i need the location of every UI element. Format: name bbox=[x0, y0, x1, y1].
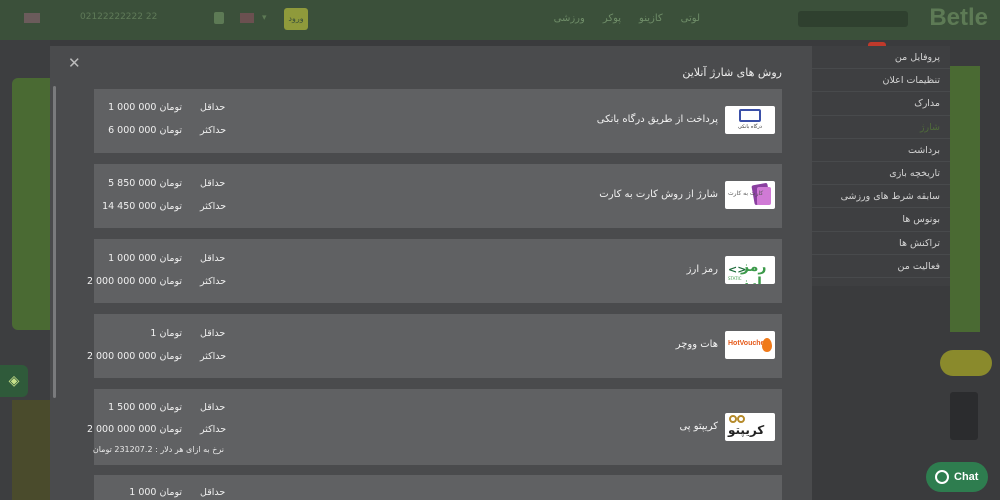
chat-icon bbox=[935, 470, 949, 484]
right-banner bbox=[950, 66, 980, 332]
max-value: 14 450 000 تومان bbox=[102, 201, 182, 212]
side-menu-item-game-history[interactable]: تاریخچه بازی bbox=[810, 162, 950, 186]
max-label: حداکثر bbox=[200, 201, 227, 212]
side-menu-item-transactions[interactable]: تراکنش ها bbox=[810, 232, 950, 255]
payment-method-crypto-pay[interactable]: کریپتو پی کریپتو پی حداقل 1 500 000 توما… bbox=[87, 389, 782, 465]
hot-voucher-logo: HotVoucher bbox=[725, 331, 775, 359]
min-label: حداقل bbox=[200, 328, 226, 339]
method-name: شارژ از روش کارت به کارت bbox=[599, 189, 718, 200]
side-menu-item-deposit[interactable]: شارژ bbox=[810, 116, 950, 139]
card-to-card-logo: کارت به کارت bbox=[725, 181, 775, 209]
crypto-pay-logo: کریپتو پی bbox=[725, 413, 775, 441]
min-value: 1 000 000 تومان bbox=[108, 253, 182, 264]
top-status-text: ▾ bbox=[262, 13, 267, 23]
modal-title: روش های شارژ آنلاین bbox=[682, 66, 782, 79]
side-menu-item-withdraw[interactable]: برداشت bbox=[810, 139, 950, 162]
payment-method-crypto[interactable]: <> رمز ارز STATIC رمز ارز حداقل 1 000 00… bbox=[87, 239, 782, 303]
min-value: 1 000 تومان bbox=[129, 487, 182, 498]
account-side-menu: پروفایل من تنظیمات اعلان مدارک شارژ بردا… bbox=[810, 46, 950, 286]
nav-item[interactable]: کازینو bbox=[639, 13, 663, 24]
left-banner-bottom bbox=[12, 400, 50, 500]
min-value: 1 تومان bbox=[150, 328, 182, 339]
max-value: 2 000 000 000 تومان bbox=[86, 424, 182, 435]
top-search-box[interactable] bbox=[798, 11, 908, 27]
online-deposit-modal: ✕ روش های شارژ آنلاین درگاه بانکی پرداخت… bbox=[50, 46, 812, 500]
chat-button[interactable]: Chat bbox=[926, 462, 988, 492]
min-label: حداقل bbox=[200, 253, 226, 264]
right-box bbox=[950, 392, 978, 440]
min-value: 1 000 000 تومان bbox=[108, 102, 182, 113]
right-background bbox=[980, 40, 1000, 500]
bank-gateway-logo: درگاه بانکی bbox=[725, 106, 775, 134]
side-menu-item-documents[interactable]: مدارک bbox=[810, 92, 950, 116]
top-login-button[interactable]: ورود bbox=[284, 8, 308, 30]
method-name: پرداخت از طریق درگاه بانکی bbox=[596, 114, 718, 125]
top-nav: لوتی کازینو پوکر ورزشی bbox=[554, 13, 700, 24]
side-menu-item-my-activity[interactable]: فعالیت من bbox=[810, 255, 950, 278]
max-label: حداکثر bbox=[200, 351, 227, 362]
min-label: حداقل bbox=[200, 402, 226, 413]
top-phone: 02122222222 22 bbox=[80, 12, 158, 22]
min-value: 1 500 000 تومان bbox=[108, 402, 182, 413]
payment-method-hot-voucher[interactable]: HotVoucher هات ووچر حداقل 1 تومان حداکثر… bbox=[87, 314, 782, 378]
min-label: حداقل bbox=[200, 102, 226, 113]
chat-label: Chat bbox=[954, 471, 979, 483]
top-bar: Betle لوتی کازینو پوکر ورزشی ورود ▾ 0212… bbox=[0, 0, 1000, 40]
payment-method-bank-gateway[interactable]: درگاه بانکی پرداخت از طریق درگاه بانکی ح… bbox=[94, 89, 782, 153]
modal-scrollbar[interactable] bbox=[53, 86, 56, 398]
side-menu-item-bonuses[interactable]: بونوس ها bbox=[810, 208, 950, 232]
close-icon[interactable]: ✕ bbox=[68, 56, 81, 71]
flag-icon[interactable] bbox=[240, 13, 254, 23]
min-label: حداقل bbox=[200, 487, 226, 498]
crypto-logo: <> رمز ارز STATIC bbox=[725, 256, 775, 284]
site-logo[interactable]: Betle bbox=[929, 4, 988, 32]
tag-icon[interactable]: ◈ bbox=[0, 365, 28, 397]
max-label: حداکثر bbox=[200, 276, 227, 287]
method-name: کریپتو پی bbox=[679, 421, 718, 432]
nav-item[interactable]: لوتی bbox=[681, 13, 700, 24]
language-flag-icon[interactable] bbox=[24, 13, 40, 23]
min-label: حداقل bbox=[200, 178, 226, 189]
payment-method-card-to-card[interactable]: کارت به کارت شارژ از روش کارت به کارت حد… bbox=[94, 164, 782, 228]
side-menu-item-sports-bet-history[interactable]: سابقه شرط های ورزشی bbox=[810, 185, 950, 209]
usd-rate-note: نرخ به ازای هر دلار : 231207.2 تومان bbox=[92, 445, 224, 454]
method-name: هات ووچر bbox=[675, 339, 718, 350]
monitor-icon bbox=[739, 109, 761, 122]
side-menu-item-profile[interactable]: پروفایل من bbox=[810, 46, 950, 70]
user-icon[interactable] bbox=[214, 12, 224, 24]
max-label: حداکثر bbox=[200, 125, 227, 136]
side-menu-item-notification-settings[interactable]: تنظیمات اعلان bbox=[810, 69, 950, 93]
max-value: 2 000 000 000 تومان bbox=[86, 351, 182, 362]
nav-item[interactable]: پوکر bbox=[603, 13, 621, 24]
flame-icon bbox=[762, 338, 772, 352]
max-value: 2 000 000 000 تومان bbox=[86, 276, 182, 287]
max-label: حداکثر bbox=[200, 424, 227, 435]
right-pill-button[interactable] bbox=[940, 350, 992, 376]
payment-method-partial[interactable]: حداقل 1 000 تومان bbox=[94, 475, 782, 500]
max-value: 6 000 000 تومان bbox=[108, 125, 182, 136]
method-name: رمز ارز bbox=[686, 264, 718, 275]
left-banner bbox=[12, 78, 50, 330]
nav-item[interactable]: ورزشی bbox=[554, 13, 585, 24]
min-value: 5 850 000 تومان bbox=[108, 178, 182, 189]
